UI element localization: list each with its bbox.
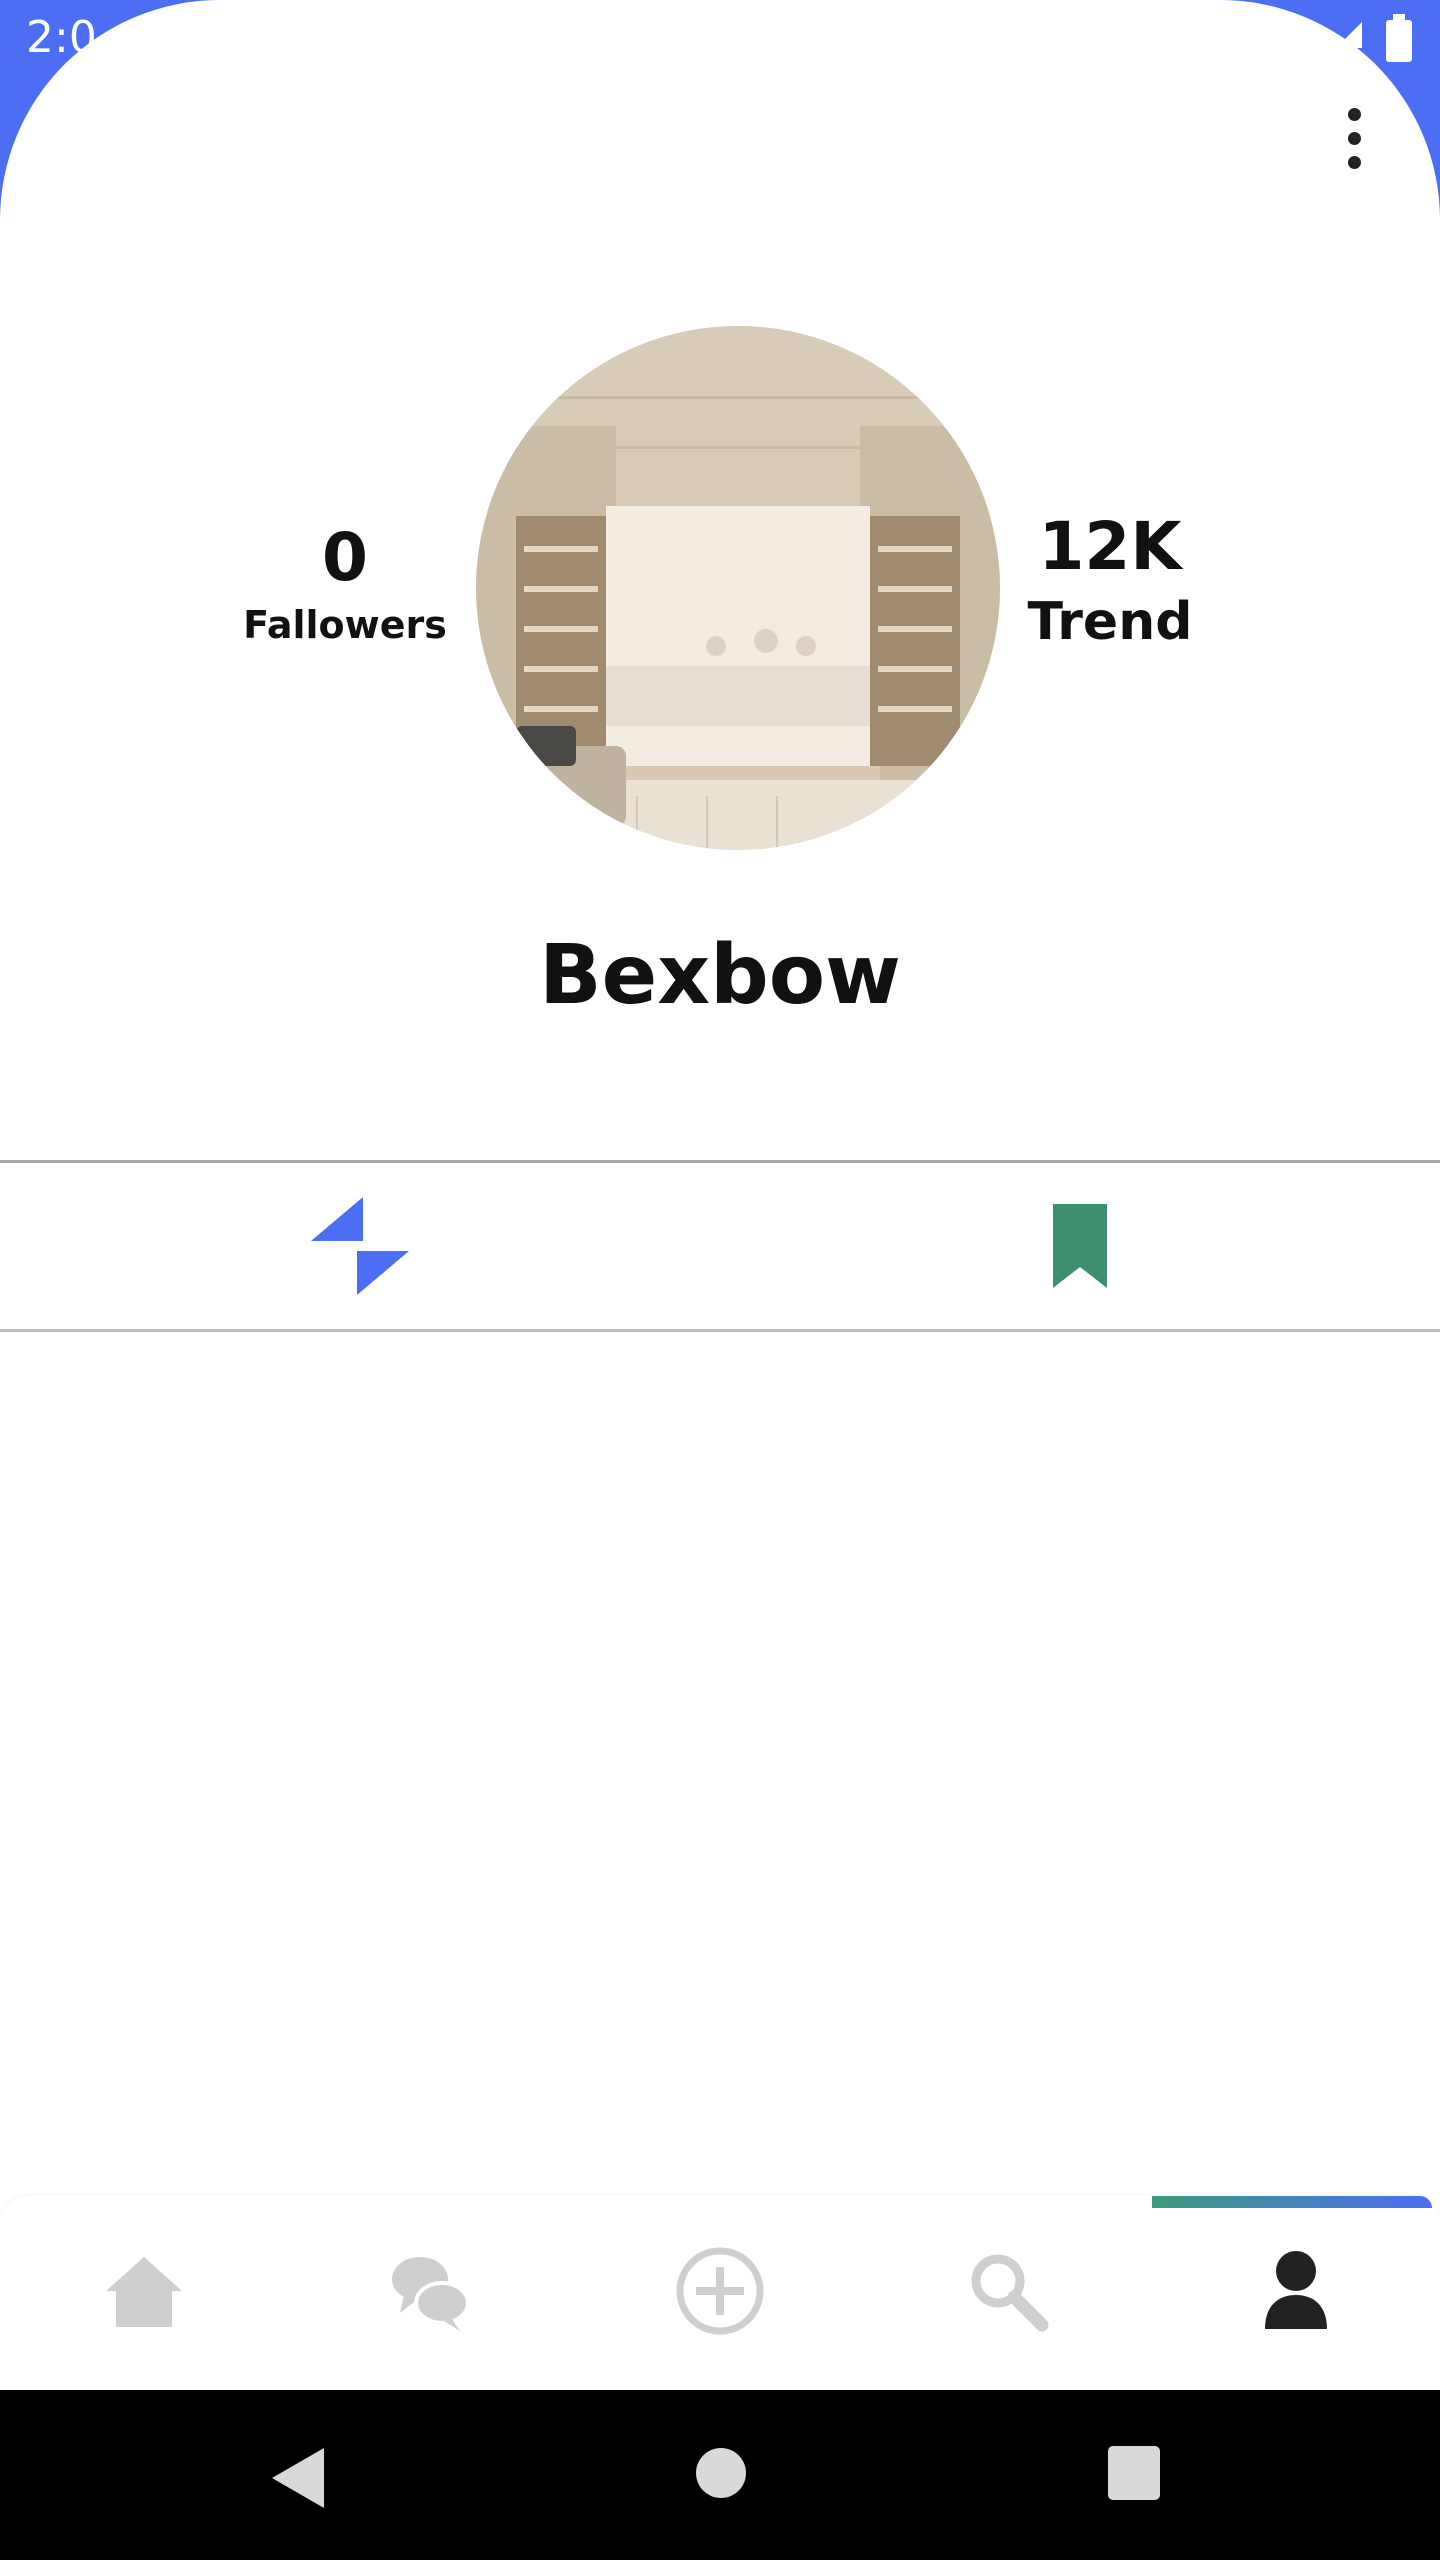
trend-count: 12K [1038,508,1182,585]
active-tab-indicator [1152,2196,1432,2208]
system-recents-icon[interactable] [1108,2446,1160,2500]
more-dot-icon [1347,107,1361,121]
more-dot-icon [1347,131,1361,145]
bottom-navigation [0,2196,1440,2390]
bolt-icon [311,1197,409,1295]
trend-stat[interactable]: 12K Trend [1010,505,1210,655]
avatar-image [476,326,1000,850]
search-icon [971,2254,1049,2332]
battery-icon [1386,14,1412,62]
tab-posts[interactable] [0,1163,720,1329]
more-dot-icon [1347,155,1361,169]
nav-create[interactable] [660,2236,780,2346]
followers-count: 0 [322,519,368,596]
followers-stat[interactable]: 0 Fallowers [230,516,460,650]
system-home-icon[interactable] [696,2448,746,2498]
trend-label: Trend [1027,592,1193,652]
more-options-button[interactable] [1324,100,1384,176]
nav-search[interactable] [948,2236,1068,2346]
profile-username: Bexbow [539,928,901,1023]
followers-label: Fallowers [243,603,447,647]
bookmark-icon [1053,1204,1107,1288]
profile-screen: 0 Fallowers 12K Trend Bexbow [0,0,1440,2390]
tab-saved[interactable] [720,1163,1440,1329]
add-circle-icon [676,2247,764,2335]
chat-bubbles-icon [392,2257,470,2331]
home-icon [106,2257,182,2327]
person-icon [1265,2251,1327,2329]
avatar[interactable] [476,326,1000,850]
nav-home[interactable] [84,2236,204,2346]
nav-messages[interactable] [370,2236,490,2346]
system-back-icon[interactable] [272,2448,324,2508]
profile-tabs [0,1160,1440,1332]
nav-profile[interactable] [1236,2236,1356,2346]
